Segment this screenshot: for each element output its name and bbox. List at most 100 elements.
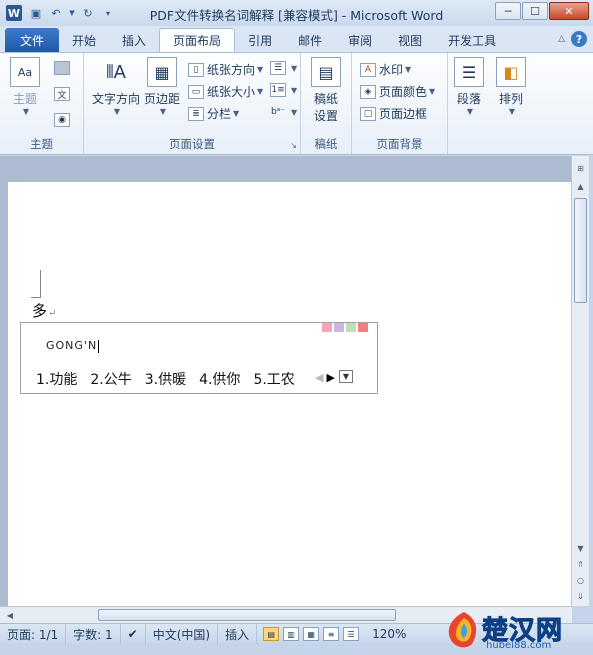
- scroll-down-icon[interactable]: ▼: [574, 542, 587, 555]
- document-text[interactable]: 多↵: [32, 300, 56, 321]
- window-controls: ─ ☐ ✕: [495, 2, 589, 20]
- tab-insert[interactable]: 插入: [109, 28, 159, 52]
- print-layout-icon[interactable]: ▤: [263, 627, 280, 641]
- theme-button[interactable]: Aa 主题 ▼: [10, 57, 40, 116]
- margins-button[interactable]: ▦ 页边距 ▼: [144, 57, 180, 116]
- tab-review[interactable]: 审阅: [335, 28, 385, 52]
- status-language[interactable]: 中文(中国): [146, 624, 219, 644]
- chevron-down-icon: ▼: [113, 107, 121, 116]
- ime-prev-page-icon[interactable]: ◀: [315, 371, 323, 384]
- redo-icon[interactable]: ↻: [80, 5, 96, 21]
- page-border-button[interactable]: ▢ 页面边框: [360, 105, 427, 122]
- tab-references[interactable]: 引用: [235, 28, 285, 52]
- tab-home[interactable]: 开始: [59, 28, 109, 52]
- hyphenation-button[interactable]: bᵃ⁻ ▼: [270, 105, 297, 119]
- status-zoom[interactable]: 120%: [365, 624, 413, 644]
- ime-next-page-icon[interactable]: ▶: [326, 371, 334, 384]
- status-insert-mode[interactable]: 插入: [218, 624, 258, 644]
- group-label-page-background: 页面背景: [376, 137, 423, 151]
- draft-paper-button[interactable]: ▤ 稿纸 设置: [311, 57, 341, 124]
- line-numbers-button[interactable]: 1≡ ▼: [270, 83, 297, 97]
- columns-icon: ≣: [188, 106, 204, 121]
- vertical-scrollbar[interactable]: ⊞ ▲ ▼ ⇑ ○ ⇓: [571, 156, 589, 606]
- page-border-label: 页面边框: [379, 107, 428, 121]
- ime-candidate[interactable]: 2.公牛: [90, 369, 131, 389]
- scroll-left-icon[interactable]: ◀: [4, 609, 16, 621]
- ime-expand-icon[interactable]: ▼: [339, 370, 353, 383]
- status-word-count[interactable]: 字数: 1: [66, 624, 121, 644]
- proofing-icon[interactable]: ✔: [121, 624, 146, 644]
- browse-object-icon[interactable]: ○: [574, 574, 587, 587]
- customize-qat-icon[interactable]: ▾: [100, 5, 116, 21]
- next-page-icon[interactable]: ⇓: [574, 590, 587, 603]
- ime-swatch[interactable]: [322, 323, 332, 332]
- tab-mailings[interactable]: 邮件: [285, 28, 335, 52]
- breaks-button[interactable]: ☰ ▼: [270, 61, 297, 75]
- help-icon[interactable]: ?: [571, 31, 587, 47]
- text-direction-button[interactable]: ⫴A 文字方向 ▼: [92, 57, 140, 117]
- ribbon-collapse-icon[interactable]: △: [558, 34, 565, 44]
- arrange-button[interactable]: ◧ 排列 ▼: [496, 57, 526, 116]
- ime-swatch[interactable]: [334, 323, 344, 332]
- ime-swatch[interactable]: [358, 323, 368, 332]
- document-page[interactable]: 多↵ GONG'N 1.功能 2.公牛 3.供暖 4.供你 5.工农 ◀ ▶ ▼: [8, 182, 572, 606]
- breaks-icon: ☰: [270, 61, 286, 75]
- chevron-down-icon: ▼: [257, 65, 264, 74]
- group-label-draft-paper: 稿纸: [314, 137, 338, 151]
- columns-button[interactable]: ≣ 分栏 ▼: [188, 105, 239, 122]
- previous-page-icon[interactable]: ⇑: [574, 558, 587, 571]
- undo-icon[interactable]: ↶: [48, 5, 64, 21]
- orientation-icon: ▯: [188, 62, 204, 77]
- chevron-down-icon: ▼: [257, 87, 264, 96]
- vertical-scroll-thumb[interactable]: [574, 198, 587, 303]
- full-screen-reading-icon[interactable]: ▥: [283, 627, 300, 641]
- chevron-down-icon: ▼: [291, 85, 298, 95]
- ruler-toggle-icon[interactable]: ⊞: [574, 162, 587, 175]
- watermark-button[interactable]: A 水印 ▼: [360, 61, 411, 78]
- tab-page-layout[interactable]: 页面布局: [159, 28, 236, 52]
- word-app-icon[interactable]: W: [6, 5, 22, 21]
- ime-candidate[interactable]: 3.供暖: [145, 369, 186, 389]
- group-paragraph: ☰ 段落 ▼: [448, 53, 490, 154]
- status-page[interactable]: 页面: 1/1: [0, 624, 67, 644]
- quick-access-toolbar: ▣ ↶ ▼ ↻ ▾: [28, 5, 116, 21]
- ime-swatch[interactable]: [346, 323, 356, 332]
- ime-candidate[interactable]: 5.工农: [253, 369, 294, 389]
- page-border-icon: ▢: [360, 106, 376, 121]
- draft-label-2: 设置: [313, 109, 338, 123]
- tab-view[interactable]: 视图: [385, 28, 435, 52]
- size-button[interactable]: ▭ 纸张大小 ▼: [188, 83, 263, 100]
- size-label: 纸张大小: [207, 85, 256, 99]
- close-button[interactable]: ✕: [549, 2, 589, 20]
- maximize-button[interactable]: ☐: [522, 2, 548, 20]
- tab-developer[interactable]: 开发工具: [435, 28, 509, 52]
- text-cursor: [98, 339, 100, 353]
- horizontal-scroll-thumb[interactable]: [98, 609, 396, 621]
- ribbon-tabs: 文件 开始 插入 页面布局 引用 邮件 审阅 视图 开发工具 △ ?: [0, 26, 593, 52]
- chevron-down-icon[interactable]: ▼: [68, 5, 76, 21]
- web-layout-icon[interactable]: ▦: [303, 627, 320, 641]
- theme-effects-button[interactable]: ◉: [54, 113, 73, 127]
- page-color-button[interactable]: ◈ 页面颜色 ▼: [360, 83, 435, 100]
- ribbon-panel: Aa 主题 ▼ 文 ◉ 主题 ⫴A 文字方向 ▼ ▦ 页边距 ▼ ▯ 纸张方向 …: [0, 52, 593, 155]
- minimize-button[interactable]: ─: [495, 2, 521, 20]
- paragraph-button[interactable]: ☰ 段落 ▼: [454, 57, 484, 116]
- orientation-button[interactable]: ▯ 纸张方向 ▼: [188, 61, 263, 78]
- theme-colors-button[interactable]: [54, 61, 73, 75]
- save-icon[interactable]: ▣: [28, 5, 44, 21]
- chevron-down-icon: ▼: [405, 65, 412, 74]
- chevron-down-icon: ▼: [508, 107, 516, 116]
- ime-candidate[interactable]: 4.供你: [199, 369, 240, 389]
- view-buttons: ▤ ▥ ▦ ≡ ☰: [257, 627, 365, 641]
- scroll-up-icon[interactable]: ▲: [574, 180, 587, 193]
- chevron-down-icon: ▼: [233, 109, 240, 118]
- ime-candidate-window: GONG'N 1.功能 2.公牛 3.供暖 4.供你 5.工农 ◀ ▶ ▼: [20, 322, 378, 394]
- tab-file[interactable]: 文件: [5, 28, 60, 52]
- text-direction-icon: ⫴A: [106, 61, 126, 83]
- dialog-launcher-icon[interactable]: ↘: [290, 141, 297, 150]
- ime-candidate[interactable]: 1.功能: [36, 369, 77, 389]
- theme-fonts-button[interactable]: 文: [54, 87, 73, 101]
- draft-icon[interactable]: ☰: [343, 627, 360, 641]
- outline-icon[interactable]: ≡: [323, 627, 340, 641]
- horizontal-scrollbar[interactable]: ◀: [0, 606, 572, 623]
